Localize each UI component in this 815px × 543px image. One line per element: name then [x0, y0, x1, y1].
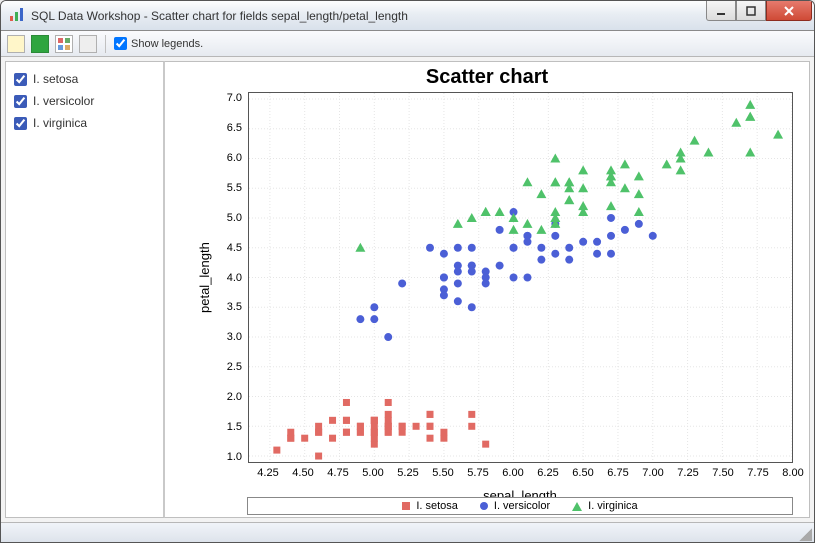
sidebar-item-versicolor[interactable]: I. versicolor	[14, 94, 155, 108]
legend-item-versicolor[interactable]: I. versicolor	[480, 500, 550, 512]
legend-item-virginica[interactable]: I. virginica	[572, 500, 638, 512]
resize-grip-icon[interactable]	[796, 525, 812, 541]
plot-wrap: petal_length 1.01.52.02.53.03.54.04.55.0…	[195, 92, 793, 463]
app-window: SQL Data Workshop - Scatter chart for fi…	[0, 0, 815, 543]
sidebar-item-virginica[interactable]: I. virginica	[14, 116, 155, 130]
window-buttons	[706, 1, 812, 21]
series-label: I. setosa	[33, 72, 78, 86]
series-checkbox[interactable]	[14, 95, 27, 108]
y-axis: 1.01.52.02.53.03.54.04.55.05.56.06.57.0	[214, 92, 248, 463]
content-area: I. setosa I. versicolor I. virginica Sca…	[1, 57, 814, 522]
legend: I. setosa I. versicolor I. virginica	[247, 497, 793, 515]
window-title: SQL Data Workshop - Scatter chart for fi…	[31, 9, 706, 23]
series-label: I. versicolor	[33, 94, 94, 108]
app-icon	[9, 6, 25, 25]
triangle-icon	[572, 502, 582, 511]
toolbar-btn-4[interactable]	[79, 35, 97, 53]
toolbar-btn-1[interactable]	[7, 35, 25, 53]
minimize-button[interactable]	[706, 1, 736, 21]
series-checkbox[interactable]	[14, 73, 27, 86]
toolbar-separator	[105, 35, 106, 53]
maximize-button[interactable]	[736, 1, 766, 21]
close-button[interactable]	[766, 1, 812, 21]
titlebar[interactable]: SQL Data Workshop - Scatter chart for fi…	[1, 1, 814, 31]
series-sidebar: I. setosa I. versicolor I. virginica	[5, 61, 165, 518]
toolbar-btn-2[interactable]	[31, 35, 49, 53]
plot-area[interactable]	[248, 92, 793, 463]
show-legends-label: Show legends.	[131, 38, 203, 50]
y-axis-label: petal_length	[195, 92, 214, 463]
toolbar: Show legends.	[1, 31, 814, 57]
series-checkbox[interactable]	[14, 117, 27, 130]
circle-icon	[480, 502, 488, 510]
show-legends-toggle[interactable]: Show legends.	[114, 37, 203, 50]
x-axis: 4.254.504.755.005.255.505.756.006.256.50…	[195, 463, 793, 487]
statusbar	[1, 522, 814, 542]
show-legends-checkbox[interactable]	[114, 37, 127, 50]
square-icon	[402, 502, 410, 510]
chart-pane: Scatter chart petal_length 1.01.52.02.53…	[165, 61, 810, 518]
toolbar-btn-3[interactable]	[55, 35, 73, 53]
legend-item-setosa[interactable]: I. setosa	[402, 500, 458, 512]
sidebar-item-setosa[interactable]: I. setosa	[14, 72, 155, 86]
series-label: I. virginica	[33, 116, 87, 130]
chart-title: Scatter chart	[165, 62, 809, 89]
plot-svg	[249, 93, 792, 462]
